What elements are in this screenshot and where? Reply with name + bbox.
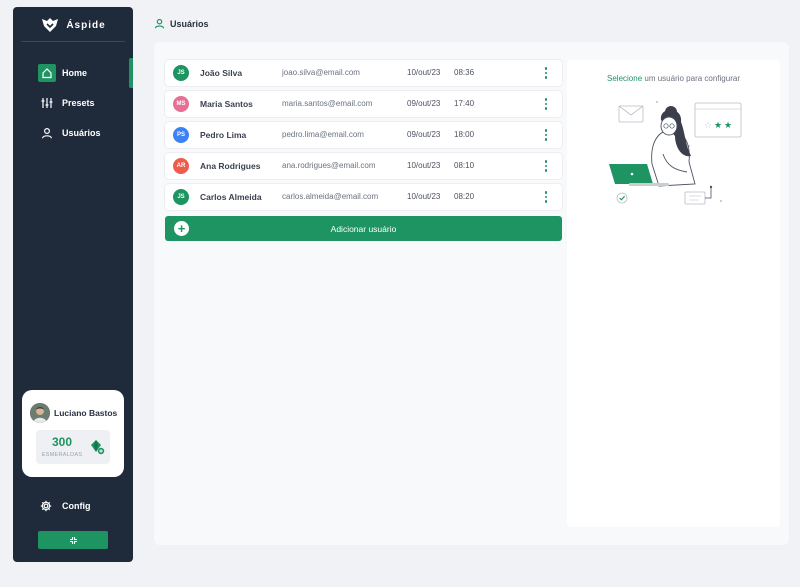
breadcrumb: Usuários	[154, 18, 209, 29]
user-time: 18:00	[454, 130, 475, 139]
user-name: João Silva	[200, 68, 243, 78]
hint-accent: Selecione	[607, 74, 643, 83]
user-row[interactable]: MS Maria Santos maria.santos@email.com 09/o…	[165, 91, 562, 117]
aspide-logo-icon	[42, 18, 59, 32]
collapse-icon	[69, 536, 77, 544]
profile-card[interactable]: Luciano Bastos 300 ESMERALDAS	[22, 390, 124, 477]
user-date: 10/out/23	[407, 68, 441, 77]
user-avatar: PS	[173, 127, 189, 143]
select-user-illustration: ☆ ★ ★	[609, 101, 742, 205]
sidebar-item-label: Presets	[62, 98, 95, 108]
collapse-sidebar-button[interactable]	[38, 531, 108, 549]
user-avatar: JS	[173, 189, 189, 205]
home-icon	[38, 64, 56, 82]
user-email: ana.rodrigues@email.com	[282, 161, 376, 170]
brand-divider	[21, 41, 125, 42]
hint-text: um usuário para configurar	[642, 74, 740, 83]
emerald-count: 300	[51, 435, 73, 449]
user-name: Carlos Almeida	[200, 192, 262, 202]
add-user-button[interactable]: + Adicionar usuário	[165, 216, 562, 241]
main-panel: JS João Silva joao.silva@email.com 10/out/2…	[154, 42, 789, 545]
sidebar-item-label: Home	[62, 68, 88, 78]
svg-text:☆: ☆	[704, 121, 712, 131]
kebab-menu-icon[interactable]	[541, 158, 551, 174]
user-icon	[154, 18, 165, 29]
profile-name: Luciano Bastos	[54, 408, 118, 418]
user-row[interactable]: JS João Silva joao.silva@email.com 10/out/2…	[165, 60, 562, 86]
svg-text:★: ★	[714, 121, 722, 131]
user-icon	[38, 124, 56, 142]
brand[interactable]: Áspide	[13, 7, 133, 43]
avatar	[30, 403, 50, 423]
user-date: 09/out/23	[407, 99, 441, 108]
sidebar-item-label: Config	[62, 501, 91, 511]
user-row[interactable]: JS Carlos Almeida carlos.almeida@email.com…	[165, 184, 562, 210]
user-date: 10/out/23	[407, 161, 441, 170]
user-date: 10/out/23	[407, 192, 441, 201]
sidebar: Áspide Home Presets Usuários Luciano Bas…	[13, 7, 133, 562]
sidebar-item-label: Usuários	[62, 128, 101, 138]
user-avatar: JS	[173, 65, 189, 81]
sidebar-item-presets[interactable]: Presets	[13, 90, 133, 116]
kebab-menu-icon[interactable]	[541, 189, 551, 205]
user-row[interactable]: AR Ana Rodrigues ana.rodrigues@email.com 10…	[165, 153, 562, 179]
user-date: 09/out/23	[407, 130, 441, 139]
svg-text:★: ★	[724, 121, 732, 131]
emerald-plus-icon[interactable]	[89, 439, 105, 455]
brand-name: Áspide	[66, 19, 106, 31]
user-name: Maria Santos	[200, 99, 253, 109]
user-time: 08:10	[454, 161, 475, 170]
user-avatar: MS	[173, 96, 189, 112]
user-email: pedro.lima@email.com	[282, 130, 364, 139]
sliders-icon	[38, 94, 56, 112]
user-name: Ana Rodrigues	[200, 161, 261, 171]
sidebar-item-home[interactable]: Home	[13, 58, 133, 88]
user-email: maria.santos@email.com	[282, 99, 373, 108]
add-user-label: Adicionar usuário	[330, 224, 397, 234]
kebab-menu-icon[interactable]	[541, 65, 551, 81]
config-hint: Selecione um usuário para configurar	[567, 74, 780, 83]
emerald-balance: 300 ESMERALDAS	[36, 430, 110, 464]
sidebar-item-usuarios[interactable]: Usuários	[13, 120, 133, 146]
user-time: 17:40	[454, 99, 475, 108]
user-row[interactable]: PS Pedro Lima pedro.lima@email.com 09/out/2…	[165, 122, 562, 148]
user-time: 08:36	[454, 68, 475, 77]
user-email: joao.silva@email.com	[282, 68, 360, 77]
kebab-menu-icon[interactable]	[541, 127, 551, 143]
gear-icon	[38, 498, 54, 514]
emerald-label: ESMERALDAS	[41, 452, 83, 458]
user-time: 08:20	[454, 192, 475, 201]
user-config-panel: Selecione um usuário para configurar ☆ ★…	[567, 60, 780, 527]
user-name: Pedro Lima	[200, 130, 247, 140]
user-avatar: AR	[173, 158, 189, 174]
sidebar-item-config[interactable]: Config	[13, 495, 133, 517]
user-email: carlos.almeida@email.com	[282, 192, 379, 201]
page-title: Usuários	[170, 18, 209, 29]
kebab-menu-icon[interactable]	[541, 96, 551, 112]
